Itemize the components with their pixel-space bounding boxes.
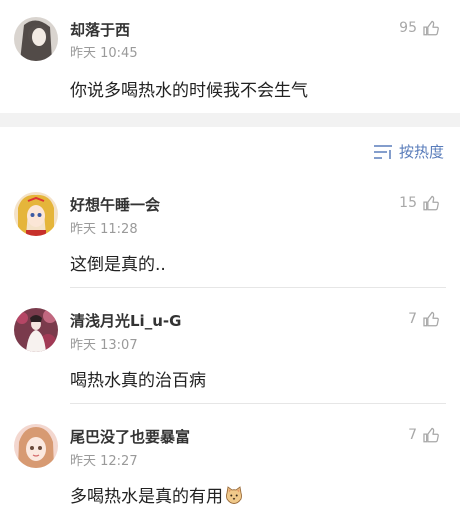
reply-item: 尾巴没了也要暴富 昨天 12:27 7 多喝热水是真的有用 xyxy=(0,412,460,514)
top-comment: 却落于西 昨天 10:45 95 你说多喝热水的时候我不会生气 xyxy=(0,0,460,113)
thumbs-up-icon xyxy=(423,311,439,327)
sort-lines-icon xyxy=(373,144,392,159)
like-count: 7 xyxy=(408,427,417,443)
comment-text-body: 多喝热水是真的有用 xyxy=(70,487,223,507)
section-separator xyxy=(0,113,460,127)
avatar-image xyxy=(14,17,58,61)
comment-username[interactable]: 清浅月光Li_u-G xyxy=(70,310,181,331)
comment-username[interactable]: 好想午睡一会 xyxy=(70,194,160,215)
thumbs-up-icon xyxy=(423,195,439,211)
comment-time: 昨天 12:27 xyxy=(70,454,138,469)
like-button[interactable]: 7 xyxy=(408,426,440,444)
avatar-image xyxy=(14,424,58,468)
thumbs-up-icon xyxy=(423,20,439,36)
avatar-image xyxy=(14,192,58,236)
avatar[interactable] xyxy=(14,17,58,61)
comment-text: 多喝热水是真的有用 xyxy=(70,482,244,507)
avatar-image xyxy=(14,308,58,352)
avatar[interactable] xyxy=(14,308,58,352)
like-button[interactable]: 15 xyxy=(399,194,440,212)
avatar[interactable] xyxy=(14,192,58,236)
comment-username[interactable]: 却落于西 xyxy=(70,19,130,40)
reply-item: 好想午睡一会 昨天 11:28 15 这倒是真的.. xyxy=(0,180,460,287)
avatar[interactable] xyxy=(14,424,58,468)
sort-by-hot-button[interactable]: 按热度 xyxy=(373,141,444,162)
like-count: 95 xyxy=(399,20,417,36)
thumbs-up-icon xyxy=(423,427,439,443)
comment-text: 喝热水真的治百病 xyxy=(70,371,206,391)
reply-item: 清浅月光Li_u-G 昨天 13:07 7 喝热水真的治百病 xyxy=(0,296,460,403)
like-count: 15 xyxy=(399,195,417,211)
sort-label: 按热度 xyxy=(398,143,444,161)
like-button[interactable]: 7 xyxy=(408,310,440,328)
comment-time: 昨天 11:28 xyxy=(70,222,138,237)
comment-text: 这倒是真的.. xyxy=(70,255,166,275)
comment-text: 你说多喝热水的时候我不会生气 xyxy=(70,81,308,101)
divider xyxy=(70,403,446,404)
like-button[interactable]: 95 xyxy=(399,19,440,37)
comment-time: 昨天 13:07 xyxy=(70,338,138,353)
cat-face-icon xyxy=(226,486,242,504)
like-count: 7 xyxy=(408,311,417,327)
divider xyxy=(70,287,446,288)
comment-time: 昨天 10:45 xyxy=(70,46,138,61)
comment-username[interactable]: 尾巴没了也要暴富 xyxy=(70,426,190,447)
